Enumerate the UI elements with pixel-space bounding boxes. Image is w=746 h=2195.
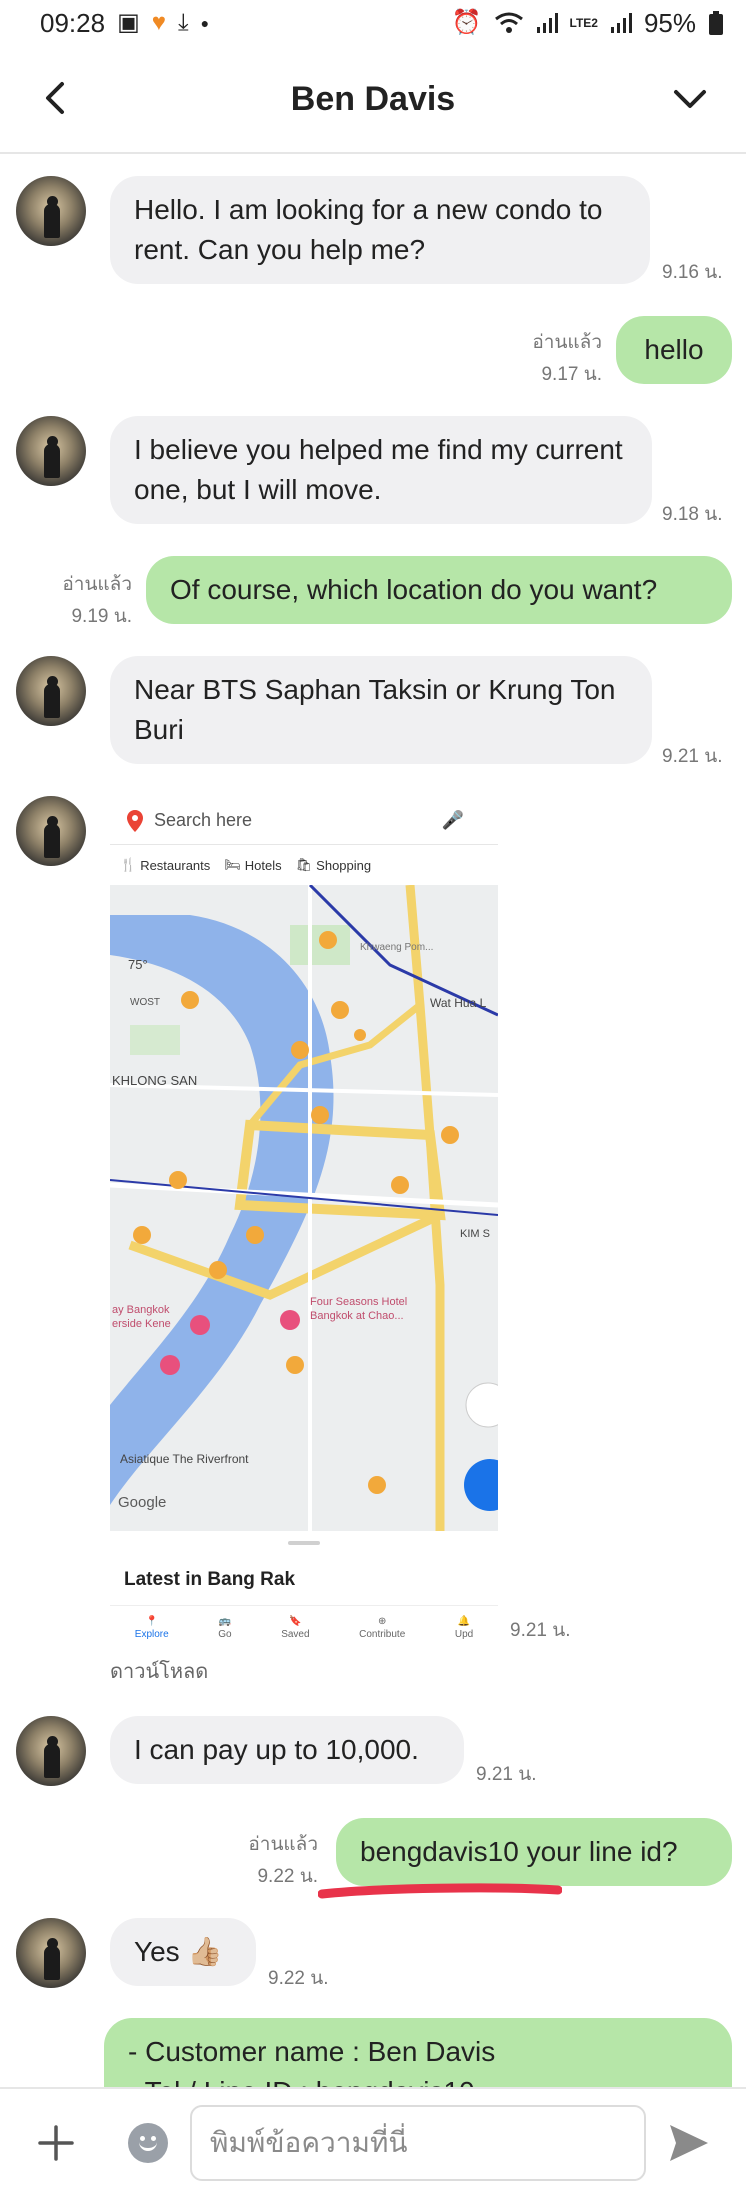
battery-level: 95% bbox=[643, 7, 696, 38]
message-bubble-incoming[interactable]: Yes 👍🏼 bbox=[110, 1918, 256, 1986]
clock: 09:28 bbox=[40, 7, 106, 38]
read-receipt: อ่านแล้ว bbox=[248, 1834, 318, 1855]
network-label: LTE2 bbox=[569, 16, 598, 30]
svg-text:ay Bangkok: ay Bangkok bbox=[112, 1304, 170, 1316]
svg-text:KIM S: KIM S bbox=[460, 1228, 490, 1240]
message-bubble-outgoing[interactable]: bengdavis10 your line id? bbox=[336, 1818, 732, 1886]
chevron-down-icon[interactable] bbox=[668, 76, 712, 120]
battery-icon bbox=[709, 11, 723, 35]
map-search-bar: Search here 🎤 bbox=[110, 797, 498, 845]
nav-updates: 🔔 Upd bbox=[454, 1615, 474, 1640]
latest-title: Latest in Bang Rak bbox=[124, 1569, 296, 1590]
message-bubble-incoming[interactable]: I believe you helped me find my current … bbox=[110, 416, 652, 524]
map-bottom-nav: 📍 Explore 🚌 Go 🔖 Saved ⊕ Contribute 🔔 Upd bbox=[110, 1605, 498, 1649]
svg-text:Asiatique The Riverfront: Asiatique The Riverfront bbox=[120, 1452, 249, 1466]
message-line: - Customer name : Ben Davis bbox=[128, 2036, 496, 2067]
image-message[interactable]: Search here 🎤 🍴 Restaurants 🛏 Hotels 🛍 Shop… bbox=[110, 797, 498, 1649]
mic-icon: 🎤 bbox=[441, 810, 464, 830]
read-receipt: อ่านแล้ว bbox=[62, 574, 132, 595]
message-bubble-incoming[interactable]: I can pay up to 10,000. bbox=[110, 1716, 464, 1784]
pin-icon: 📍 bbox=[145, 1615, 158, 1627]
message-bubble-outgoing[interactable]: hello bbox=[616, 316, 732, 384]
message-time: 9.16 น. bbox=[662, 262, 723, 283]
bed-icon: 🛏 bbox=[224, 857, 241, 872]
bag-icon: 🛍 bbox=[295, 857, 313, 872]
message-bubble-outgoing[interactable]: Of course, which location do you want? bbox=[146, 556, 732, 624]
svg-text:WOST: WOST bbox=[130, 997, 160, 1008]
message-input[interactable] bbox=[190, 2105, 646, 2181]
status-right: ⏰ LTE2 95% bbox=[452, 8, 724, 39]
gallery-icon: ▣ bbox=[117, 9, 140, 36]
message-time: 9.21 น. bbox=[476, 1764, 537, 1785]
back-button[interactable] bbox=[34, 76, 78, 120]
red-underline-annotation bbox=[318, 1883, 562, 1899]
map-search-placeholder: Search here bbox=[154, 810, 253, 830]
map-pin-icon bbox=[127, 809, 143, 832]
message-time: 9.19 น. bbox=[71, 606, 132, 627]
contact-name-title[interactable]: Ben Davis bbox=[291, 80, 455, 119]
map-area: WOST KHLONG SAN Wat Hua L Khwaeng Pom...… bbox=[110, 883, 498, 1531]
svg-text:Bangkok at Chao...: Bangkok at Chao... bbox=[310, 1310, 404, 1322]
message-time: 9.22 น. bbox=[257, 1866, 318, 1887]
message-bubble-incoming[interactable]: Near BTS Saphan Taksin or Krung Ton Buri bbox=[110, 656, 652, 764]
map-footer: Latest in Bang Rak 📍 Explore 🚌 Go 🔖 Saved ⊕… bbox=[110, 1531, 498, 1649]
send-button[interactable] bbox=[666, 2121, 712, 2165]
emoji-button[interactable] bbox=[128, 2123, 168, 2163]
download-icon: ⤓ bbox=[178, 9, 189, 36]
nav-contribute: ⊕ Contribute bbox=[359, 1615, 406, 1640]
signal-icon-2 bbox=[610, 13, 632, 33]
svg-text:75°: 75° bbox=[128, 957, 148, 972]
chat-header: Ben Davis bbox=[0, 46, 746, 154]
avatar[interactable] bbox=[16, 656, 86, 726]
heart-app-icon: ♥ bbox=[151, 9, 167, 36]
message-time: 9.17 น. bbox=[541, 364, 602, 385]
svg-text:Khwaeng Pom...: Khwaeng Pom... bbox=[360, 942, 433, 953]
svg-text:Wat Hua L: Wat Hua L bbox=[430, 996, 487, 1010]
chip-restaurants: 🍴 Restaurants bbox=[120, 857, 211, 873]
avatar[interactable] bbox=[16, 176, 86, 246]
alarm-icon: ⏰ bbox=[451, 9, 482, 36]
chip-hotels: 🛏 Hotels bbox=[224, 857, 282, 873]
read-receipt: อ่านแล้ว bbox=[532, 332, 602, 353]
avatar[interactable] bbox=[16, 416, 86, 486]
nav-go: 🚌 Go bbox=[218, 1615, 232, 1640]
avatar[interactable] bbox=[16, 1716, 86, 1786]
nav-saved: 🔖 Saved bbox=[281, 1615, 310, 1640]
message-bubble-incoming[interactable]: Hello. I am looking for a new condo to r… bbox=[110, 176, 650, 284]
svg-text:KHLONG SAN: KHLONG SAN bbox=[112, 1073, 197, 1088]
notification-dot-icon: ● bbox=[200, 15, 210, 31]
bookmark-icon: 🔖 bbox=[289, 1615, 302, 1627]
message-time: 9.22 น. bbox=[268, 1968, 329, 1989]
download-link[interactable]: ดาวน์โหลด bbox=[110, 1660, 208, 1685]
avatar[interactable] bbox=[16, 796, 86, 866]
wifi-icon bbox=[494, 12, 523, 33]
message-time: 9.18 น. bbox=[662, 504, 723, 525]
message-time: 9.21 น. bbox=[510, 1620, 571, 1641]
svg-text:erside Kene: erside Kene bbox=[112, 1318, 171, 1330]
svg-text:Four Seasons Hotel: Four Seasons Hotel bbox=[310, 1296, 407, 1308]
map-graphic: WOST KHLONG SAN Wat Hua L Khwaeng Pom...… bbox=[110, 883, 498, 1531]
status-left: 09:28 ▣ ♥ ⤓ ● bbox=[40, 8, 209, 39]
plus-button[interactable] bbox=[34, 2121, 78, 2165]
message-time: 9.21 น. bbox=[662, 746, 723, 767]
chip-shopping: 🛍 Shopping bbox=[295, 857, 372, 873]
message-input-bar bbox=[0, 2087, 746, 2195]
avatar[interactable] bbox=[16, 1918, 86, 1988]
drag-handle bbox=[288, 1541, 320, 1545]
map-chips: 🍴 Restaurants 🛏 Hotels 🛍 Shopping bbox=[110, 845, 498, 885]
status-bar: 09:28 ▣ ♥ ⤓ ● ⏰ LTE2 95% bbox=[0, 0, 746, 46]
signal-icon bbox=[536, 13, 558, 33]
nav-explore: 📍 Explore bbox=[134, 1615, 169, 1640]
svg-text:Google: Google bbox=[118, 1494, 166, 1511]
fork-icon: 🍴 bbox=[120, 857, 137, 872]
bell-icon: 🔔 bbox=[457, 1615, 471, 1627]
plus-circle-icon: ⊕ bbox=[378, 1615, 387, 1627]
car-icon: 🚌 bbox=[218, 1615, 232, 1627]
